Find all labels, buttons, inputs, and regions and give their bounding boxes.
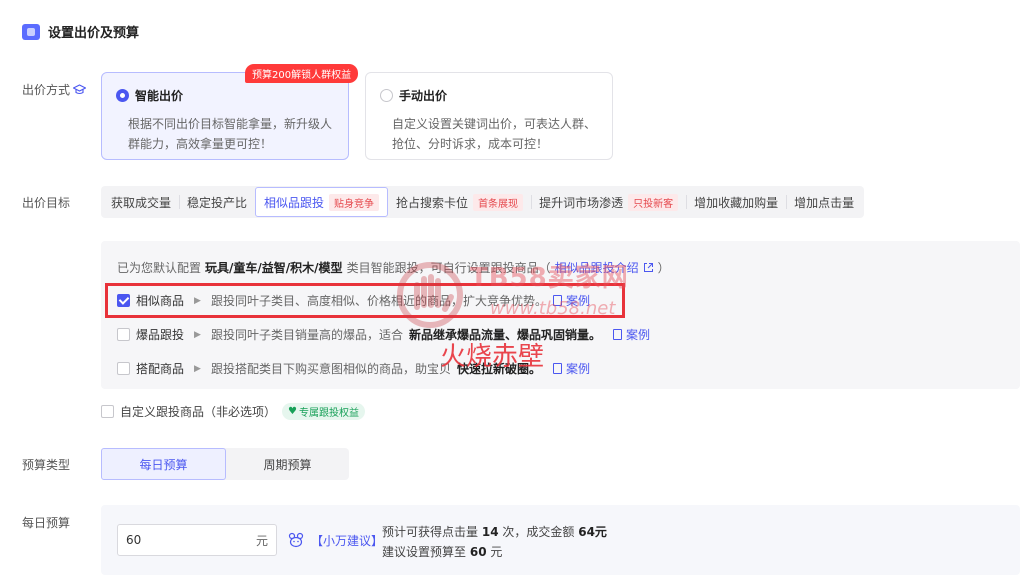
tab-similar-follow[interactable]: 相似品跟投 贴身竞争 [255, 187, 389, 217]
bid-target-label: 出价目标 [22, 196, 71, 210]
smart-bid-title: 智能出价 [135, 89, 184, 103]
bid-target-tabs: 获取成交量 稳定投产比 相似品跟投 贴身竞争 抢占搜索卡位 首条展现 提升词市场渗透… [101, 186, 865, 218]
document-icon [552, 363, 562, 374]
tab-search-slot[interactable]: 抢占搜索卡位 首条展现 [388, 187, 531, 217]
document-icon [612, 329, 622, 340]
daily-budget-unit: 元 [255, 533, 268, 548]
caret-right-icon: ▶ [194, 363, 201, 374]
watermark-url: www.tb58.net [490, 298, 616, 319]
option-hot-follow[interactable]: 爆品跟投 ▶ 跟投同叶子类目销量高的爆品，适合 新品继承爆品流量、爆品巩固销量。 … [117, 326, 650, 343]
daily-budget-label: 每日预算 [22, 516, 71, 530]
case-link[interactable]: 案例 [612, 326, 650, 343]
smart-bid-badge: 预算200解锁人群权益 [245, 64, 359, 83]
section-header: 设置出价及预算 [22, 22, 139, 41]
smart-bid-radio[interactable] [116, 89, 129, 102]
tab-tag: 贴身竞争 [329, 193, 380, 211]
daily-budget-value: 60 [126, 533, 142, 547]
tab-tag: 只投新客 [628, 193, 679, 211]
exclusive-tag: ♥ 专属跟投权益 [282, 403, 365, 420]
daily-budget-input[interactable]: 60 元 [117, 524, 277, 556]
smart-bid-card[interactable]: 智能出价 根据不同出价目标智能拿量，新升级人群能力，高效拿量更可控！ [101, 72, 349, 160]
ticket-icon [22, 23, 40, 40]
mascot-icon [288, 532, 304, 548]
manual-bid-radio[interactable] [380, 89, 393, 102]
section-title: 设置出价及预算 [48, 26, 140, 41]
tab-get-deals[interactable]: 获取成交量 [103, 187, 179, 217]
watermark-caption: 火烧赤壁 [440, 342, 545, 372]
watermark-site: TB58卖家网 [470, 263, 629, 293]
manual-bid-desc: 自定义设置关键词出价，可表达人群、抢位、分时诉求，成本可控！ [392, 117, 597, 151]
period-budget-option[interactable]: 周期预算 [226, 448, 349, 480]
hot-follow-checkbox[interactable] [117, 328, 130, 341]
manual-bid-title: 手动出价 [399, 89, 448, 103]
budget-type-switch: 每日预算 周期预算 [101, 448, 349, 480]
matching-goods-checkbox[interactable] [117, 362, 130, 375]
bid-method-label: 出价方式 [22, 81, 87, 98]
external-link-icon[interactable] [643, 262, 654, 273]
custom-follow-checkbox[interactable] [101, 405, 114, 418]
custom-follow-option[interactable]: 自定义跟投商品（非必选项） ♥ 专属跟投权益 [101, 403, 365, 420]
daily-budget-option[interactable]: 每日预算 [101, 448, 226, 480]
budget-advice: 预计可获得点击量 14 次，成交金额 64元 建议设置预算至 60 元 [382, 525, 607, 559]
tab-market-penetration[interactable]: 提升词市场渗透 只投新客 [531, 187, 686, 217]
tab-stable-roi[interactable]: 稳定投产比 [179, 187, 255, 217]
manual-bid-card[interactable]: 手动出价 自定义设置关键词出价，可表达人群、抢位、分时诉求，成本可控！ [365, 72, 613, 160]
tab-add-favorites[interactable]: 增加收藏加购量 [686, 187, 786, 217]
advice-tag: 【小万建议】 [311, 534, 384, 548]
tab-tag: 首条展现 [473, 193, 524, 211]
caret-right-icon: ▶ [194, 329, 201, 340]
graduation-cap-icon [73, 83, 87, 94]
category-path: 玩具/童车/益智/积木/模型 [205, 261, 343, 275]
budget-type-label: 预算类型 [22, 458, 71, 472]
tab-add-clicks[interactable]: 增加点击量 [786, 187, 862, 217]
smart-bid-desc: 根据不同出价目标智能拿量，新升级人群能力，高效拿量更可控！ [128, 117, 333, 151]
case-link[interactable]: 案例 [552, 360, 590, 377]
shield-heart-icon: ♥ [288, 406, 297, 417]
